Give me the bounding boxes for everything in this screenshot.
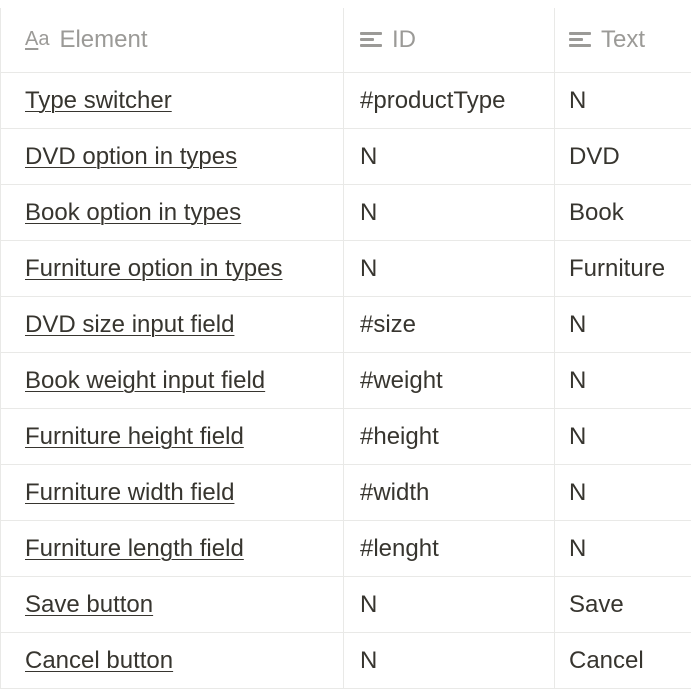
cell-element: DVD option in types: [1, 129, 344, 185]
row-title-link[interactable]: DVD option in types: [25, 143, 237, 170]
cell-id[interactable]: N: [344, 241, 555, 297]
cell-element: Book weight input field: [1, 353, 344, 409]
cell-id[interactable]: #weight: [344, 353, 555, 409]
cell-id[interactable]: N: [344, 577, 555, 633]
text-title-icon: Aa: [25, 29, 49, 49]
column-header-id[interactable]: ID: [344, 4, 555, 73]
row-title-link[interactable]: Furniture option in types: [25, 255, 282, 282]
table-row: Book weight input field #weightN: [1, 353, 691, 409]
cell-text[interactable]: DVD: [555, 129, 691, 185]
table-row: Book option in types NBook: [1, 185, 691, 241]
row-title-link[interactable]: DVD size input field: [25, 311, 234, 338]
cell-text[interactable]: N: [555, 353, 691, 409]
cell-element: Save button: [1, 577, 344, 633]
cell-element: Furniture length field: [1, 521, 344, 577]
cell-text[interactable]: N: [555, 409, 691, 465]
table-row: DVD option in types NDVD: [1, 129, 691, 185]
cell-id[interactable]: N: [344, 185, 555, 241]
table-row: Cancel button NCancel: [1, 633, 691, 689]
cell-id[interactable]: #height: [344, 409, 555, 465]
row-title-link[interactable]: Furniture height field: [25, 423, 244, 450]
row-title-link[interactable]: Furniture length field: [25, 535, 244, 562]
cell-text[interactable]: N: [555, 73, 691, 129]
table-row: Furniture option in types NFurniture: [1, 241, 691, 297]
database-table: Aa Element ID: [0, 0, 691, 689]
row-title-link[interactable]: Book weight input field: [25, 367, 265, 394]
cell-text[interactable]: Book: [555, 185, 691, 241]
cell-text[interactable]: Save: [555, 577, 691, 633]
cell-element: Furniture height field: [1, 409, 344, 465]
row-title-link[interactable]: Furniture width field: [25, 479, 234, 506]
cell-id[interactable]: #size: [344, 297, 555, 353]
cell-text[interactable]: N: [555, 521, 691, 577]
column-header-label: Element: [59, 26, 147, 54]
cell-element: DVD size input field: [1, 297, 344, 353]
table-row: Furniture width field #widthN: [1, 465, 691, 521]
row-title-link[interactable]: Save button: [25, 591, 153, 618]
row-title-link[interactable]: Book option in types: [25, 199, 241, 226]
cell-id[interactable]: N: [344, 633, 555, 689]
cell-text[interactable]: Cancel: [555, 633, 691, 689]
column-header-label: ID: [392, 26, 416, 54]
cell-element: Book option in types: [1, 185, 344, 241]
cell-id[interactable]: #productType: [344, 73, 555, 129]
table-row: DVD size input field #sizeN: [1, 297, 691, 353]
column-header-element[interactable]: Aa Element: [1, 4, 344, 73]
cell-text[interactable]: Furniture: [555, 241, 691, 297]
column-header-label: Text: [601, 26, 645, 54]
column-header-text[interactable]: Text: [555, 4, 691, 73]
cell-element: Type switcher: [1, 73, 344, 129]
table-row: Furniture height field #heightN: [1, 409, 691, 465]
cell-text[interactable]: N: [555, 297, 691, 353]
row-title-link[interactable]: Type switcher: [25, 87, 172, 114]
table-body: Type switcher#productTypeNDVD option in …: [1, 73, 691, 689]
cell-element: Furniture option in types: [1, 241, 344, 297]
cell-id[interactable]: #lenght: [344, 521, 555, 577]
table-header-row: Aa Element ID: [1, 4, 691, 73]
cell-id[interactable]: N: [344, 129, 555, 185]
cell-text[interactable]: N: [555, 465, 691, 521]
table-row: Save button NSave: [1, 577, 691, 633]
cell-element: Furniture width field: [1, 465, 344, 521]
row-title-link[interactable]: Cancel button: [25, 647, 173, 674]
text-lines-icon: [569, 31, 591, 49]
table-row: Furniture length field #lenghtN: [1, 521, 691, 577]
table-row: Type switcher #productTypeN: [1, 73, 691, 129]
text-lines-icon: [360, 31, 382, 49]
cell-element: Cancel button: [1, 633, 344, 689]
cell-id[interactable]: #width: [344, 465, 555, 521]
